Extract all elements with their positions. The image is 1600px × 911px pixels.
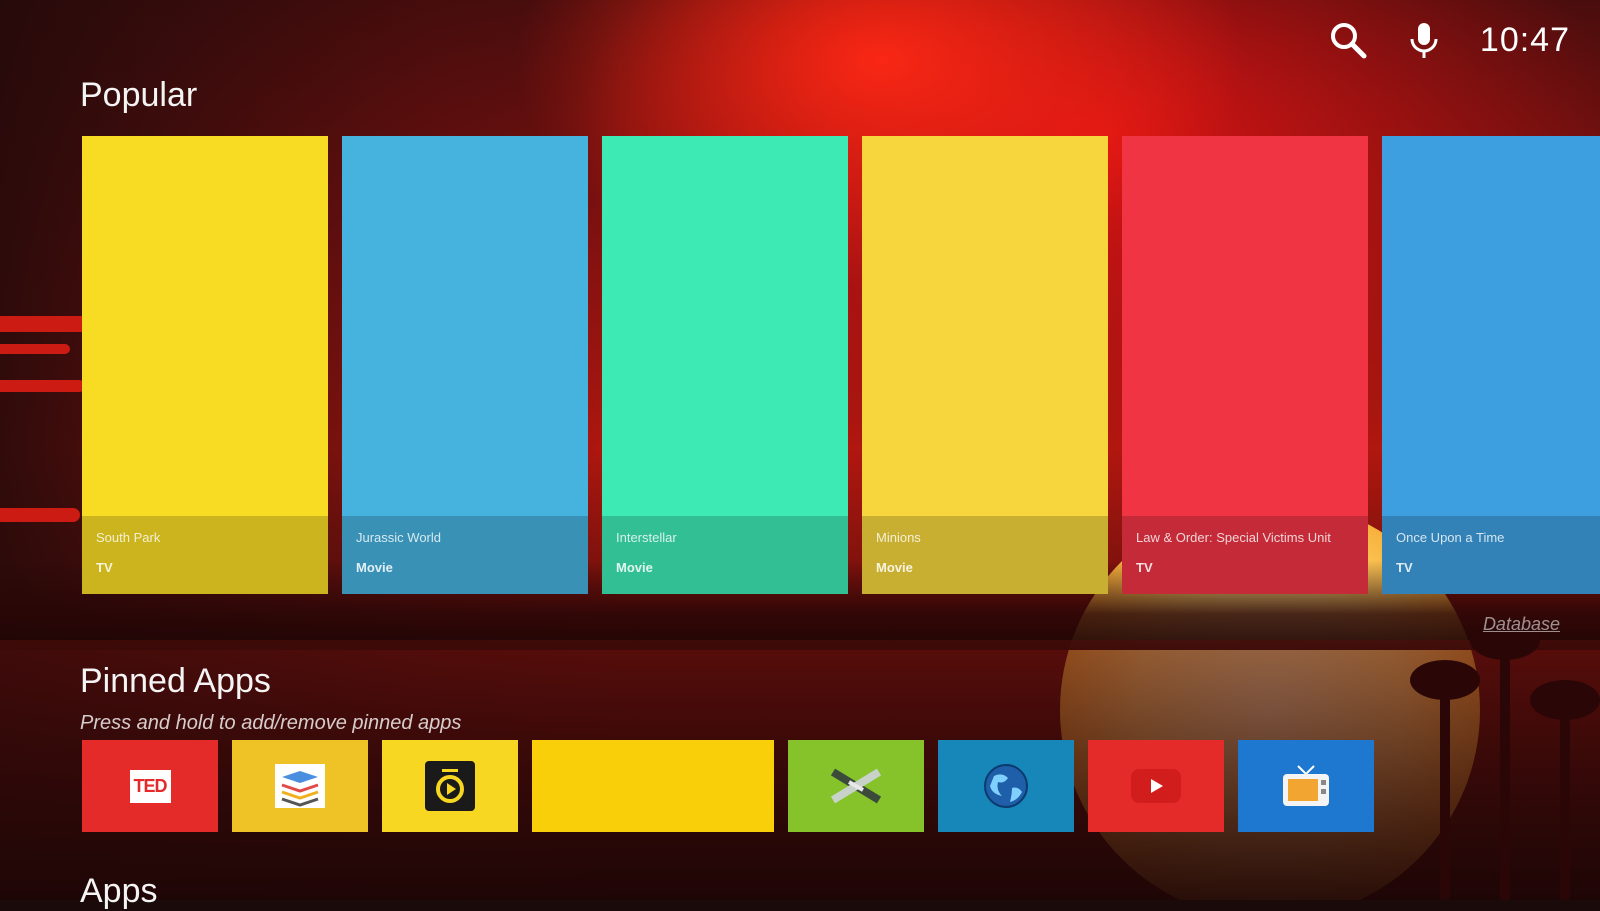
card-law-and-order[interactable]: Law & Order: Special Victims Unit TV [1122,136,1368,594]
card-title: South Park [96,530,161,545]
pinned-apps-title: Pinned Apps [80,662,271,700]
mic-icon[interactable] [1404,20,1444,60]
card-type: TV [1396,560,1413,575]
stack-icon [275,764,325,808]
card-title: Jurassic World [356,530,442,545]
ted-logo: TED [129,769,171,803]
clock: 10:47 [1479,20,1570,59]
card-type: Movie [876,560,913,575]
attribution-link[interactable]: Database [1483,614,1560,635]
youtube-app[interactable] [1088,740,1224,832]
card-jurassic-world[interactable]: Jurassic World Movie [342,136,588,594]
popular-title: Popular [80,76,198,114]
tv-app[interactable] [1238,740,1374,832]
play-circle-icon [425,761,475,811]
card-type: Movie [616,560,653,575]
card-type: TV [96,560,113,575]
card-meta: Once Upon a Time TV [1382,516,1600,594]
wide-app[interactable] [532,740,774,832]
card-minions[interactable]: Minions Movie [862,136,1108,594]
browser-app[interactable] [938,740,1074,832]
apps-section-title: Apps [80,872,158,910]
card-title: Once Upon a Time [1396,530,1505,545]
card-meta: Interstellar Movie [602,516,848,594]
status-bar: 10:47 [1328,20,1570,60]
pinned-apps-hint: Press and hold to add/remove pinned apps [80,712,462,734]
card-type: TV [1136,560,1153,575]
cross-icon [830,768,882,804]
globe-icon [984,764,1028,808]
card-meta: Jurassic World Movie [342,516,588,594]
plex-app[interactable] [382,740,518,832]
tv-icon [1283,765,1329,806]
card-once-upon-a-time[interactable]: Once Upon a Time TV [1382,136,1600,594]
card-south-park[interactable]: South Park TV [82,136,328,594]
search-icon[interactable] [1328,20,1368,60]
card-title: Law & Order: Special Victims Unit [1136,530,1331,545]
card-type: Movie [356,560,393,575]
ted-app[interactable]: TED [82,740,218,832]
card-title: Minions [876,530,921,545]
card-title: Interstellar [616,530,677,545]
card-meta: South Park TV [82,516,328,594]
popular-row: South Park TV Jurassic World Movie Inter… [82,136,1600,594]
card-meta: Law & Order: Special Victims Unit TV [1122,516,1368,594]
stack-app[interactable] [232,740,368,832]
kodi-app[interactable] [788,740,924,832]
card-meta: Minions Movie [862,516,1108,594]
youtube-icon [1131,769,1181,803]
card-interstellar[interactable]: Interstellar Movie [602,136,848,594]
